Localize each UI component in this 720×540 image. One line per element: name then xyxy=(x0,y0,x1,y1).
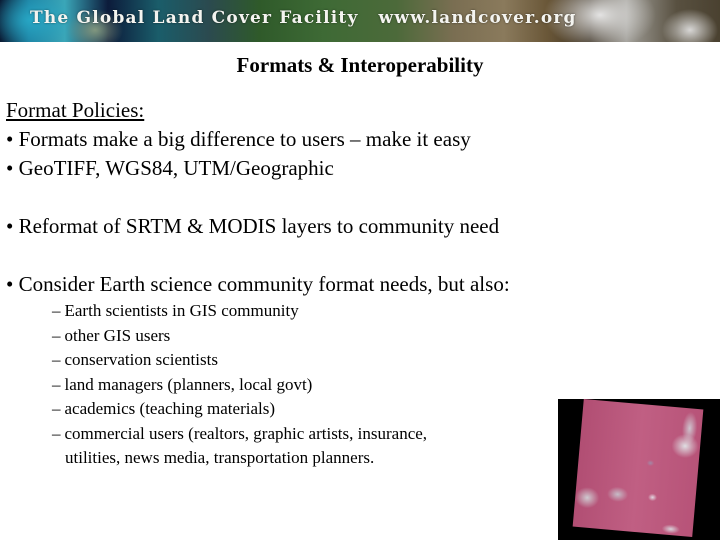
bullet-icon: • xyxy=(6,272,14,296)
banner-url[interactable]: www.landcover.org xyxy=(379,8,577,28)
bullet-item: • GeoTIFF, WGS84, UTM/Geographic xyxy=(6,154,510,183)
sub-item-text: Earth scientists in GIS community xyxy=(64,301,299,320)
bullet-text: GeoTIFF, WGS84, UTM/Geographic xyxy=(18,156,334,180)
sub-list-item: – Earth scientists in GIS community xyxy=(52,299,510,324)
satellite-image xyxy=(558,399,720,540)
slide-content: Format Policies: • Formats make a big di… xyxy=(6,96,510,471)
sub-item-text: conservation scientists xyxy=(64,350,218,369)
slide-title: Formats & Interoperability xyxy=(236,53,484,77)
dash-icon: – xyxy=(52,423,61,443)
dash-icon: – xyxy=(52,301,61,320)
bullet-text: Reformat of SRTM & MODIS layers to commu… xyxy=(18,214,500,238)
sub-list-item: – commercial users (realtors, graphic art… xyxy=(52,422,510,447)
bullet-item: • Formats make a big difference to users… xyxy=(6,125,510,154)
sub-list-item: – land managers (planners, local govt) xyxy=(52,373,510,398)
sub-item-text: academics (teaching materials) xyxy=(64,399,276,418)
sub-list-item: – conservation scientists xyxy=(52,348,510,373)
dash-icon: – xyxy=(52,374,61,394)
section-heading: Format Policies: xyxy=(6,98,145,122)
bullet-icon: • xyxy=(6,214,14,238)
bullet-text: Formats make a big difference to users –… xyxy=(18,127,471,151)
dash-icon: – xyxy=(52,325,61,345)
bullet-icon: • xyxy=(6,156,14,180)
bullet-item: • Consider Earth science community forma… xyxy=(6,270,510,299)
sub-list: – Earth scientists in GIS community – othe… xyxy=(6,299,510,471)
sub-item-text: commercial users (realtors, graphic arti… xyxy=(64,423,428,443)
sub-item-text: other GIS users xyxy=(64,325,171,345)
banner-text: The Global Land Cover Facility www.landco… xyxy=(30,8,577,28)
sub-list-item: – other GIS users xyxy=(52,324,510,349)
sub-item-text: land managers (planners, local govt) xyxy=(64,374,313,394)
sub-list-item: – academics (teaching materials) xyxy=(52,397,510,422)
dash-icon: – xyxy=(52,350,61,369)
banner-organization: The Global Land Cover Facility xyxy=(30,8,359,28)
sub-list-item-continuation: utilities, news media, transportation pl… xyxy=(65,448,375,467)
bullet-text: Consider Earth science community format … xyxy=(18,272,510,296)
dash-icon: – xyxy=(52,399,61,418)
bullet-icon: • xyxy=(6,127,14,151)
bullet-item: • Reformat of SRTM & MODIS layers to com… xyxy=(6,212,510,241)
header-banner: The Global Land Cover Facility www.landco… xyxy=(0,0,720,42)
satellite-scene xyxy=(572,399,704,537)
